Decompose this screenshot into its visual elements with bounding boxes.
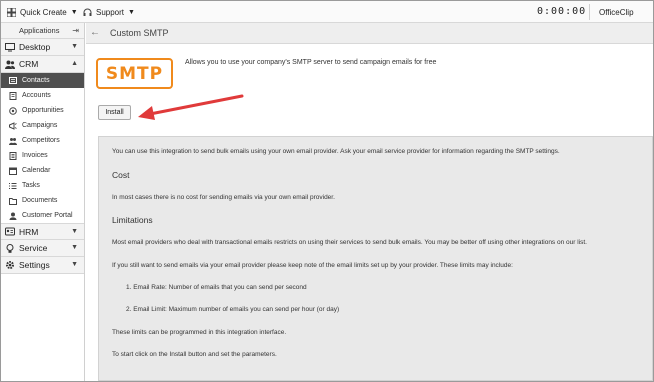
quick-create-label: Quick Create	[20, 7, 67, 17]
applications-label: Applications	[19, 26, 60, 35]
sidebar-item-contacts[interactable]: Contacts	[1, 73, 84, 88]
limitations-paragraph: If you still want to send emails via you…	[112, 262, 513, 269]
smtp-logo: SMTP	[96, 58, 173, 89]
chevron-down-icon: ▼	[71, 261, 78, 268]
sidebar-item-customer-portal[interactable]: Customer Portal	[1, 208, 84, 223]
page-title: Custom SMTP	[110, 28, 169, 38]
intro-text: Allows you to use your company's SMTP se…	[185, 59, 437, 66]
campaigns-icon	[9, 121, 17, 130]
sidebar-item-accounts[interactable]: Accounts	[1, 88, 84, 103]
integration-info-panel: You can use this integration to send bul…	[98, 136, 653, 381]
sidebar-item-invoices[interactable]: Invoices	[1, 148, 84, 163]
sidebar-section-label: Desktop	[19, 42, 51, 52]
caret-down-icon: ▼	[128, 8, 135, 16]
sidebar-item-label: Invoices	[22, 152, 48, 159]
limitations-heading: Limitations	[112, 215, 153, 225]
sidebar-section-hrm[interactable]: HRM ▼	[1, 223, 84, 240]
monitor-icon	[5, 42, 15, 51]
support-label: Support	[96, 7, 125, 17]
opportunities-icon	[9, 106, 17, 115]
brand-link[interactable]: OfficeClip	[599, 8, 634, 17]
sidebar-item-campaigns[interactable]: Campaigns	[1, 118, 84, 133]
limits-list-item: 2. Email Limit: Maximum number of emails…	[126, 306, 340, 313]
sidebar-section-desktop[interactable]: Desktop ▼	[1, 39, 84, 56]
invoices-icon	[9, 151, 17, 160]
chevron-down-icon: ▼	[71, 228, 78, 235]
headset-icon	[83, 8, 92, 16]
sidebar-item-tasks[interactable]: Tasks	[1, 178, 84, 193]
limitations-paragraph: Most email providers who deal with trans…	[112, 239, 587, 246]
applications-header: Applications ⇥	[1, 23, 84, 39]
documents-icon	[9, 197, 17, 205]
contacts-icon	[9, 77, 17, 84]
limits-list-item: 1. Email Rate: Number of emails that you…	[126, 284, 307, 291]
quick-create-menu[interactable]: Quick Create ▼	[7, 6, 78, 18]
sidebar-item-competitors[interactable]: Competitors	[1, 133, 84, 148]
sidebar-section-label: CRM	[19, 59, 39, 69]
sidebar-item-label: Opportunities	[22, 107, 64, 114]
sidebar-section-service[interactable]: Service ▼	[1, 240, 84, 257]
limitations-paragraph: To start click on the Install button and…	[112, 351, 277, 358]
customer-portal-icon	[9, 212, 17, 220]
sidebar-section-label: Service	[19, 243, 48, 253]
chevron-down-icon: ▼	[71, 43, 78, 50]
red-arrow-annotation	[138, 94, 244, 120]
sidebar: Applications ⇥ Desktop ▼ CRM ▲ Contacts …	[1, 23, 85, 381]
chevron-up-icon: ▲	[71, 60, 78, 67]
calendar-icon	[9, 167, 17, 175]
smtp-logo-text: SMTP	[105, 63, 164, 84]
cost-paragraph: In most cases there is no cost for sendi…	[112, 194, 335, 201]
toolbar-divider	[589, 4, 590, 20]
page-header: ← Custom SMTP	[86, 23, 653, 44]
sidebar-item-label: Documents	[22, 197, 58, 204]
sidebar-item-opportunities[interactable]: Opportunities	[1, 103, 84, 118]
timer-display[interactable]: 0:00:00	[537, 6, 586, 17]
tasks-icon	[9, 182, 17, 189]
sidebar-section-label: HRM	[19, 226, 39, 237]
support-menu[interactable]: Support ▼	[83, 6, 135, 18]
sidebar-item-calendar[interactable]: Calendar	[1, 163, 84, 178]
install-button[interactable]: Install	[98, 105, 131, 120]
sidebar-item-label: Calendar	[22, 167, 51, 174]
sidebar-item-label: Accounts	[22, 92, 51, 99]
lightbulb-icon	[6, 243, 14, 253]
sidebar-item-label: Competitors	[22, 137, 60, 144]
accounts-icon	[9, 91, 17, 100]
grid-icon	[7, 7, 16, 17]
chevron-down-icon: ▼	[71, 244, 78, 251]
sidebar-item-label: Contacts	[22, 77, 50, 84]
caret-down-icon: ▼	[70, 8, 78, 16]
top-toolbar: Quick Create ▼ Support ▼ 0:00:00 OfficeC…	[1, 1, 653, 23]
sidebar-item-label: Tasks	[22, 182, 40, 189]
pin-icon[interactable]: ⇥	[72, 26, 79, 35]
back-arrow-icon[interactable]: ←	[90, 27, 100, 38]
sidebar-section-settings[interactable]: Settings ▼	[1, 257, 84, 274]
id-card-icon	[5, 227, 15, 236]
sidebar-item-label: Campaigns	[22, 122, 58, 129]
sidebar-item-documents[interactable]: Documents	[1, 193, 84, 208]
limitations-paragraph: These limits can be programmed in this i…	[112, 329, 287, 336]
info-paragraph: You can use this integration to send bul…	[112, 148, 560, 155]
competitors-icon	[9, 137, 17, 145]
cost-heading: Cost	[112, 170, 130, 180]
gear-icon	[6, 261, 14, 269]
sidebar-item-label: Customer Portal	[22, 212, 73, 219]
sidebar-section-label: Settings	[19, 260, 50, 270]
people-icon	[5, 60, 15, 69]
sidebar-section-crm[interactable]: CRM ▲	[1, 56, 84, 73]
